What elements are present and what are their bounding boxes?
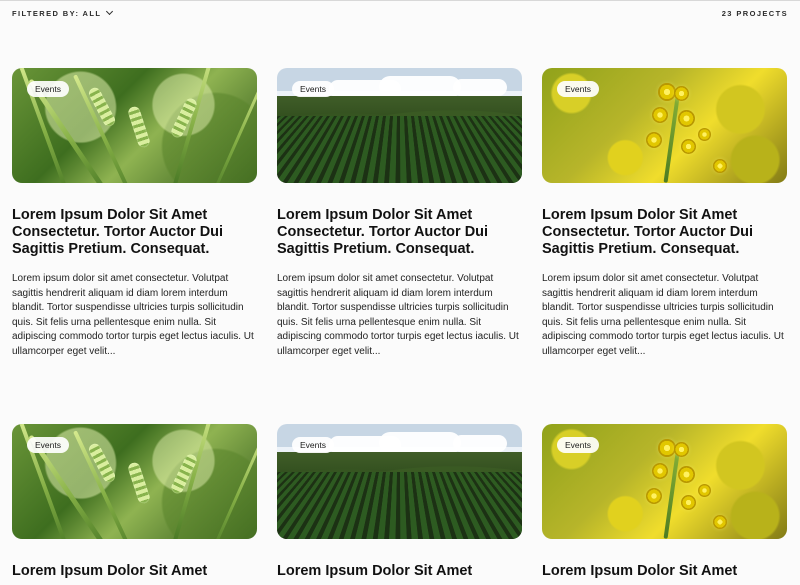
chevron-down-icon — [106, 8, 113, 15]
cloud-shape — [379, 76, 461, 98]
canola-flower — [646, 488, 662, 504]
canola-flower — [681, 495, 696, 510]
project-card[interactable]: Events Lorem Ipsum Dolor Sit Amet — [277, 424, 522, 580]
wheat-ear — [127, 105, 151, 149]
canola-flower — [674, 442, 689, 457]
project-excerpt: Lorem ipsum dolor sit amet consectetur. … — [277, 272, 522, 360]
category-badge: Events — [27, 81, 69, 97]
project-image-canola: Events — [542, 424, 787, 539]
project-image-field: Events — [277, 424, 522, 539]
flower-stem — [664, 446, 681, 539]
category-badge: Events — [27, 437, 69, 453]
project-card[interactable]: Events Lorem Ipsum Dolor Sit Amet — [12, 424, 257, 580]
category-badge: Events — [292, 437, 334, 453]
project-title[interactable]: Lorem Ipsum Dolor Sit Amet — [542, 563, 787, 580]
project-title[interactable]: Lorem Ipsum Dolor Sit Amet — [12, 563, 257, 580]
category-badge: Events — [557, 437, 599, 453]
canola-flower — [713, 515, 727, 529]
project-excerpt: Lorem ipsum dolor sit amet consectetur. … — [12, 272, 257, 360]
project-card[interactable]: Events Lorem Ipsum Dolor Sit Amet Consec… — [277, 68, 522, 360]
project-image-wheat: Events — [12, 424, 257, 539]
canola-flower — [678, 110, 695, 127]
wheat-ear — [127, 461, 151, 505]
projects-page: FILTERED BY: ALL 23 PROJECTS Events Lore… — [0, 0, 800, 585]
project-image-canola: Events — [542, 68, 787, 183]
canola-flower — [713, 159, 727, 173]
filter-dropdown[interactable]: FILTERED BY: ALL — [12, 9, 112, 18]
canola-flower — [698, 128, 711, 141]
filter-label: FILTERED BY: ALL — [12, 9, 101, 18]
canola-flower — [681, 139, 696, 154]
project-title[interactable]: Lorem Ipsum Dolor Sit Amet Consectetur. … — [277, 207, 522, 258]
crop-rows — [277, 472, 522, 539]
top-divider — [0, 0, 800, 1]
project-card[interactable]: Events Lorem Ipsum Dolor Sit Amet Consec… — [12, 68, 257, 360]
project-grid: Events Lorem Ipsum Dolor Sit Amet Consec… — [12, 68, 788, 580]
projects-toolbar: FILTERED BY: ALL 23 PROJECTS — [12, 6, 788, 20]
cloud-shape — [453, 79, 507, 96]
wheat-stalk — [207, 431, 257, 539]
canola-flower — [674, 86, 689, 101]
cloud-shape — [453, 435, 507, 452]
project-title[interactable]: Lorem Ipsum Dolor Sit Amet Consectetur. … — [12, 207, 257, 258]
canola-flower — [698, 484, 711, 497]
project-image-field: Events — [277, 68, 522, 183]
project-image-wheat: Events — [12, 68, 257, 183]
wheat-stalk — [73, 74, 136, 183]
project-title[interactable]: Lorem Ipsum Dolor Sit Amet Consectetur. … — [542, 207, 787, 258]
canola-flower — [652, 107, 668, 123]
cloud-shape — [379, 432, 461, 454]
canola-flower — [678, 466, 695, 483]
project-excerpt: Lorem ipsum dolor sit amet consectetur. … — [542, 272, 787, 360]
category-badge: Events — [292, 81, 334, 97]
project-count: 23 PROJECTS — [722, 9, 788, 18]
canola-flower — [646, 132, 662, 148]
crop-rows — [277, 116, 522, 183]
project-title[interactable]: Lorem Ipsum Dolor Sit Amet — [277, 563, 522, 580]
category-badge: Events — [557, 81, 599, 97]
canola-flower — [652, 463, 668, 479]
wheat-stalk — [207, 75, 257, 183]
flower-stem — [664, 90, 681, 183]
wheat-stalk — [73, 430, 136, 539]
project-card[interactable]: Events Lorem Ipsum Dolor Sit Amet Consec… — [542, 68, 787, 360]
project-card[interactable]: Events Lorem Ipsum Dolor Sit Amet — [542, 424, 787, 580]
